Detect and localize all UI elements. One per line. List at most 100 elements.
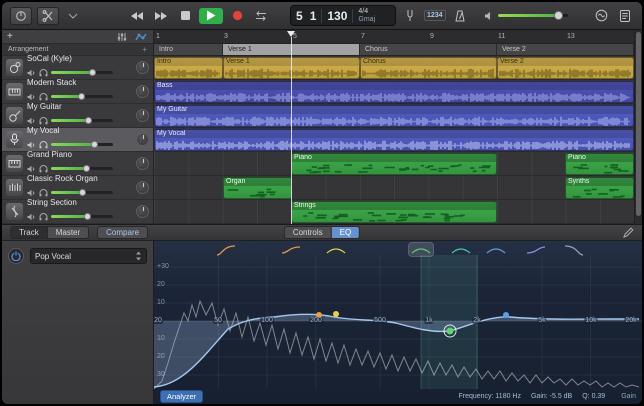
track-lanes: Intro Verse 1 Chorus Verse 2 Bass My Gui… — [154, 56, 634, 224]
lcd-display[interactable]: 5 1 130 4/4 Gmaj — [290, 5, 396, 26]
automation-icon — [135, 32, 147, 42]
track-row[interactable]: Modern Stack — [2, 80, 153, 104]
region-piano[interactable]: Piano — [565, 153, 634, 175]
eq-graph[interactable] — [154, 255, 642, 389]
plugin-power-button[interactable] — [8, 248, 24, 264]
region-synths[interactable]: Synths — [565, 177, 634, 199]
mixer-button[interactable] — [115, 29, 129, 45]
region-strings[interactable]: Strings — [291, 201, 497, 223]
tab-controls[interactable]: Controls — [284, 226, 332, 239]
track-icon-vocal — [6, 131, 23, 148]
region-organ[interactable]: Organ — [223, 177, 292, 199]
eq-display[interactable]: +30 20 10 10 20 30 — [154, 241, 642, 404]
preset-name: Pop Vocal — [35, 252, 71, 261]
stop-icon — [181, 11, 190, 20]
play-icon — [206, 10, 216, 21]
volume-knob[interactable] — [554, 11, 563, 20]
volume-slider[interactable] — [51, 71, 113, 74]
preset-select[interactable]: Pop Vocal — [30, 248, 147, 264]
pan-knob[interactable] — [136, 205, 149, 218]
metronome-button[interactable] — [451, 8, 469, 24]
volume-slider[interactable] — [51, 215, 113, 218]
track-row-selected[interactable]: My Vocal — [2, 128, 153, 152]
lcd-beat: 1 — [310, 9, 317, 23]
mute-icon[interactable] — [27, 208, 36, 226]
region-guitar[interactable]: My Guitar — [154, 105, 634, 127]
pan-knob[interactable] — [136, 181, 149, 194]
master-volume-slider[interactable] — [498, 14, 568, 17]
tuner-button[interactable] — [401, 8, 419, 24]
volume-slider[interactable] — [51, 95, 113, 98]
arrangement-add-button[interactable]: + — [142, 45, 147, 54]
marker-intro[interactable]: Intro — [154, 44, 223, 55]
track-row[interactable]: Grand Piano — [2, 152, 153, 176]
pan-knob[interactable] — [136, 109, 149, 122]
track-header-panel: + Arrangement + SoCal (Kyle) — [2, 30, 154, 224]
volume-slider[interactable] — [51, 143, 113, 146]
marker-verse2[interactable]: Verse 2 — [497, 44, 634, 55]
lcd-signature: 4/4 Gmaj — [358, 8, 375, 24]
forward-button[interactable] — [151, 8, 171, 24]
toolbar-chevron-button[interactable] — [64, 8, 82, 24]
region-bass[interactable]: Bass — [154, 81, 634, 103]
cycle-button[interactable] — [251, 8, 271, 24]
track-row[interactable]: String Section — [2, 200, 153, 224]
pan-knob[interactable] — [136, 61, 149, 74]
analyzer-button[interactable]: Analyzer — [160, 390, 203, 403]
stop-button[interactable] — [175, 8, 195, 24]
timeline: 1 3 5 7 9 11 13 Intro Verse 1 Chorus Ver… — [154, 30, 634, 224]
edit-button[interactable] — [623, 227, 634, 238]
rewind-button[interactable] — [127, 8, 147, 24]
volume-slider[interactable] — [51, 191, 113, 194]
eq-handle-green-selected[interactable] — [447, 328, 454, 335]
lcd-divider — [321, 9, 322, 23]
pan-knob[interactable] — [136, 133, 149, 146]
record-button[interactable] — [227, 8, 247, 24]
freq-label: 50 — [213, 317, 223, 324]
track-row[interactable]: Classic Rock Organ — [2, 176, 153, 200]
track-row[interactable]: My Guitar — [2, 104, 153, 128]
smart-controls-button[interactable] — [10, 7, 32, 25]
region-drums[interactable]: Intro — [154, 57, 223, 79]
tab-eq[interactable]: EQ — [332, 226, 361, 239]
region-drums[interactable]: Chorus — [360, 57, 497, 79]
vertical-scrollbar[interactable] — [634, 30, 642, 224]
pan-knob[interactable] — [136, 85, 149, 98]
loop-browser-button[interactable] — [592, 8, 610, 24]
region-piano[interactable]: Piano — [291, 153, 497, 175]
q-readout: Q: 0.39 — [582, 393, 605, 400]
volume-slider[interactable] — [51, 167, 113, 170]
marker-chorus[interactable]: Chorus — [360, 44, 497, 55]
scrollbar-thumb[interactable] — [636, 32, 641, 216]
lcd-position: 5 1 — [296, 9, 316, 23]
eq-handle-blue[interactable] — [503, 312, 509, 318]
ruler-number: 7 — [361, 33, 365, 40]
ruler[interactable]: 1 3 5 7 9 11 13 — [154, 30, 634, 44]
gain-readout: Gain: -5.5 dB — [531, 393, 572, 400]
main-area: + Arrangement + SoCal (Kyle) — [2, 30, 642, 224]
notepad-button[interactable] — [616, 8, 634, 24]
region-drums[interactable]: Verse 2 — [497, 57, 634, 79]
add-track-button[interactable]: + — [7, 32, 13, 42]
track-icon-guitar — [6, 107, 23, 124]
eq-handle-yellow[interactable] — [333, 311, 339, 317]
automation-button[interactable] — [134, 29, 148, 45]
tab-master[interactable]: Master — [48, 226, 89, 239]
volume-slider[interactable] — [51, 119, 113, 122]
time-signature: 4/4 — [358, 8, 375, 16]
pan-knob[interactable] — [136, 157, 149, 170]
editors-button[interactable] — [37, 7, 59, 25]
track-row[interactable]: SoCal (Kyle) — [2, 56, 153, 80]
frequency-readout: Frequency: 1180 Hz — [458, 393, 521, 400]
play-button[interactable] — [199, 8, 223, 24]
pencil-icon — [623, 227, 634, 238]
cycle-icon — [253, 11, 269, 21]
freq-label: 200 — [309, 317, 323, 324]
metronome-icon — [455, 10, 465, 22]
playhead[interactable] — [291, 37, 292, 224]
tab-track[interactable]: Track — [10, 226, 48, 239]
count-in-button[interactable]: 1234 — [424, 10, 446, 21]
region-vocal[interactable]: My Vocal — [154, 129, 634, 151]
solo-icon[interactable] — [39, 208, 48, 226]
compare-button[interactable]: Compare — [97, 226, 148, 239]
